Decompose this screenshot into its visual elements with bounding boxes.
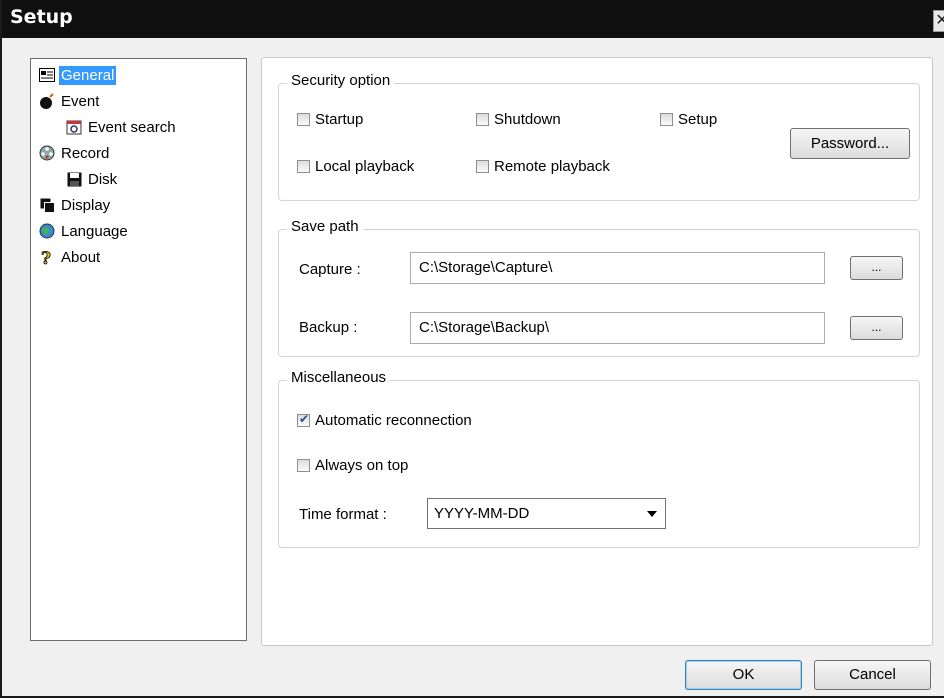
tree-item-language[interactable]: Language — [38, 219, 130, 243]
title-bar: Setup ✕ — [2, 0, 944, 38]
tree-item-display[interactable]: Display — [38, 193, 112, 217]
shutdown-checkbox[interactable]: Shutdown — [476, 111, 561, 128]
tree-item-label: Event search — [88, 118, 176, 136]
checkbox-box[interactable] — [297, 459, 310, 472]
ok-button[interactable]: OK — [685, 660, 802, 690]
checkbox-label: Always on top — [315, 457, 409, 474]
tree-item-label: About — [61, 248, 101, 266]
time-format-label: Time format : — [299, 506, 387, 523]
checkbox-box[interactable] — [297, 412, 310, 427]
close-icon[interactable]: ✕ — [933, 10, 944, 32]
tree-item-event[interactable]: Event — [38, 89, 101, 113]
remote-playback-checkbox[interactable]: Remote playback — [476, 158, 610, 175]
globe-icon — [38, 222, 56, 240]
time-format-value: YYYY-MM-DD — [434, 505, 530, 522]
checkbox-label: Local playback — [315, 158, 415, 175]
question-icon: ? — [38, 248, 56, 266]
tree-item-general[interactable]: General — [38, 63, 117, 87]
tree-item-label: Language — [61, 222, 128, 240]
tree-item-event-search[interactable]: Event search — [65, 115, 178, 139]
group-title: Miscellaneous — [287, 369, 391, 386]
film-reel-icon — [38, 144, 56, 162]
capture-label: Capture : — [299, 261, 361, 278]
always-on-top-checkbox[interactable]: Always on top — [297, 457, 408, 474]
password-button[interactable]: Password... — [790, 128, 910, 159]
general-panel: Security option Startup Shutdown Setup L… — [261, 57, 933, 646]
checkbox-label: Shutdown — [494, 111, 561, 128]
checkbox-label: Startup — [315, 111, 364, 128]
tree-item-record[interactable]: Record — [38, 141, 111, 165]
group-title: Security option — [287, 72, 395, 89]
cancel-button[interactable]: Cancel — [814, 660, 931, 690]
checkbox-box[interactable] — [297, 113, 310, 126]
window-title: Setup — [10, 6, 73, 28]
bomb-icon — [38, 92, 56, 110]
setup-checkbox[interactable]: Setup — [660, 111, 717, 128]
checkbox-label: Automatic reconnection — [315, 412, 472, 429]
capture-browse-button[interactable]: ... — [850, 256, 903, 280]
tree-item-disk[interactable]: Disk — [65, 167, 119, 191]
automatic-reconnection-checkbox[interactable]: Automatic reconnection — [297, 412, 472, 429]
checkbox-label: Setup — [678, 111, 718, 128]
tree-item-label: General — [59, 65, 117, 85]
save-path-group: Save path Capture : C:\Storage\Capture\ … — [278, 218, 920, 357]
group-title: Save path — [287, 218, 363, 235]
miscellaneous-group: Miscellaneous Automatic reconnection Alw… — [278, 369, 920, 548]
svg-text:?: ? — [41, 249, 51, 266]
tree-item-label: Record — [61, 144, 110, 162]
checkbox-box[interactable] — [297, 160, 310, 173]
settings-tree: General Event Event search Record Disk D… — [30, 58, 247, 641]
tree-item-label: Disk — [88, 170, 118, 188]
display-icon — [38, 196, 56, 214]
backup-label: Backup : — [299, 319, 358, 336]
checkbox-box[interactable] — [660, 113, 673, 126]
tree-item-label: Display — [61, 196, 111, 214]
tree-item-label: Event — [61, 92, 100, 110]
general-icon — [38, 66, 56, 84]
security-option-group: Security option Startup Shutdown Setup L… — [278, 72, 920, 201]
event-search-icon — [65, 118, 83, 136]
tree-item-about[interactable]: ? About — [38, 245, 102, 269]
floppy-disk-icon — [65, 170, 83, 188]
capture-path-field[interactable]: C:\Storage\Capture\ — [410, 252, 825, 284]
startup-checkbox[interactable]: Startup — [297, 111, 363, 128]
local-playback-checkbox[interactable]: Local playback — [297, 158, 414, 175]
checkbox-label: Remote playback — [494, 158, 610, 175]
checkbox-box[interactable] — [476, 113, 489, 126]
checkbox-box[interactable] — [476, 160, 489, 173]
backup-path-field[interactable]: C:\Storage\Backup\ — [410, 312, 825, 344]
time-format-dropdown[interactable]: YYYY-MM-DD — [427, 498, 666, 529]
dropdown-arrow-icon — [647, 511, 657, 517]
setup-window: Setup ✕ General Event Event search Recor… — [0, 0, 944, 698]
backup-browse-button[interactable]: ... — [850, 316, 903, 340]
